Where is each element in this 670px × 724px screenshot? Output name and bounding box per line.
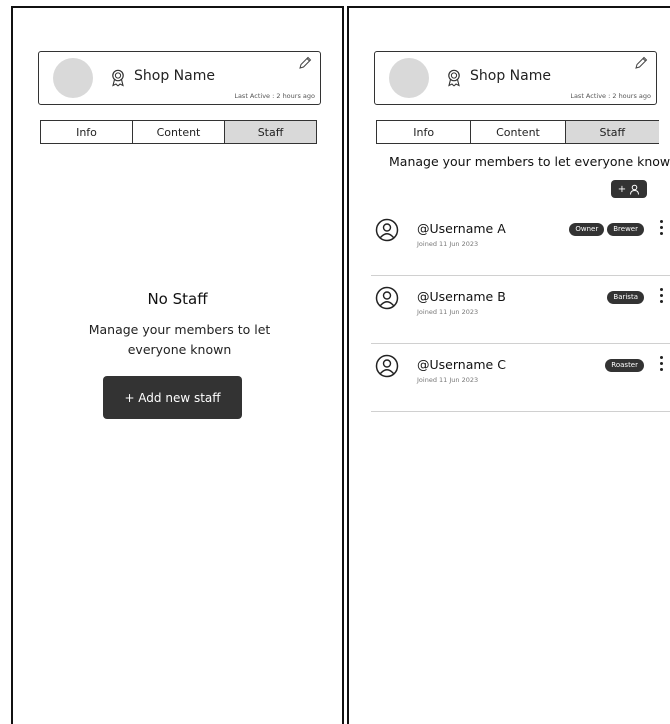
shop-name: Shop Name [134, 68, 215, 84]
staff-empty-screen: Shop Name Last Active : 2 hours ago Info… [11, 6, 344, 724]
role-tag: Barista [607, 291, 644, 304]
shop-header-card: Shop Name Last Active : 2 hours ago [374, 51, 657, 105]
shop-avatar[interactable] [389, 58, 429, 98]
award-badge-icon [112, 69, 124, 87]
staff-member-row[interactable]: @Username A Joined 11 Jun 2023 Owner Bre… [371, 208, 670, 276]
last-active-status: Last Active : 2 hours ago [234, 92, 315, 100]
pencil-icon[interactable] [634, 56, 648, 70]
member-roles: Barista [607, 291, 644, 304]
shop-name: Shop Name [470, 68, 551, 84]
tab-staff[interactable]: Staff [565, 121, 659, 143]
profile-tabs: Info Content Staff [40, 120, 317, 144]
user-circle-icon [375, 286, 399, 310]
tab-info[interactable]: Info [41, 121, 133, 143]
member-roles: Owner Brewer [569, 223, 644, 236]
role-tag: Roaster [605, 359, 644, 372]
shop-avatar[interactable] [53, 58, 93, 98]
empty-state-description: Manage your members to let everyone know… [88, 322, 271, 357]
staff-list-screen: Shop Name Last Active : 2 hours ago Info… [347, 6, 670, 724]
add-new-staff-button[interactable]: + Add new staff [103, 376, 242, 419]
award-badge-icon [448, 69, 460, 87]
staff-list-heading: Manage your members to let everyone know… [389, 154, 670, 169]
tab-info[interactable]: Info [377, 121, 472, 143]
member-username: @Username B [417, 289, 506, 304]
kebab-menu-icon[interactable] [658, 288, 664, 306]
member-roles: Roaster [605, 359, 644, 372]
user-plus-icon [630, 184, 640, 195]
tab-content[interactable]: Content [471, 121, 566, 143]
tab-staff[interactable]: Staff [225, 121, 316, 143]
empty-state-title: No Staff [147, 290, 208, 308]
kebab-menu-icon[interactable] [658, 356, 664, 374]
last-active-status: Last Active : 2 hours ago [570, 92, 651, 100]
add-member-button[interactable]: + [611, 180, 647, 198]
kebab-menu-icon[interactable] [658, 220, 664, 238]
tab-content[interactable]: Content [133, 121, 225, 143]
shop-header-card: Shop Name Last Active : 2 hours ago [38, 51, 321, 105]
member-joined-date: Joined 11 Jun 2023 [417, 308, 479, 316]
pencil-icon[interactable] [298, 56, 312, 70]
user-circle-icon [375, 354, 399, 378]
profile-tabs: Info Content Staff [376, 120, 659, 144]
add-member-label: + [617, 183, 627, 195]
role-tag: Brewer [607, 223, 644, 236]
staff-member-row[interactable]: @Username C Joined 11 Jun 2023 Roaster [371, 344, 670, 412]
member-joined-date: Joined 11 Jun 2023 [417, 376, 479, 384]
staff-member-row[interactable]: @Username B Joined 11 Jun 2023 Barista [371, 276, 670, 344]
user-circle-icon [375, 218, 399, 242]
role-tag: Owner [569, 223, 605, 236]
member-joined-date: Joined 11 Jun 2023 [417, 240, 479, 248]
member-username: @Username A [417, 221, 506, 236]
member-username: @Username C [417, 357, 506, 372]
